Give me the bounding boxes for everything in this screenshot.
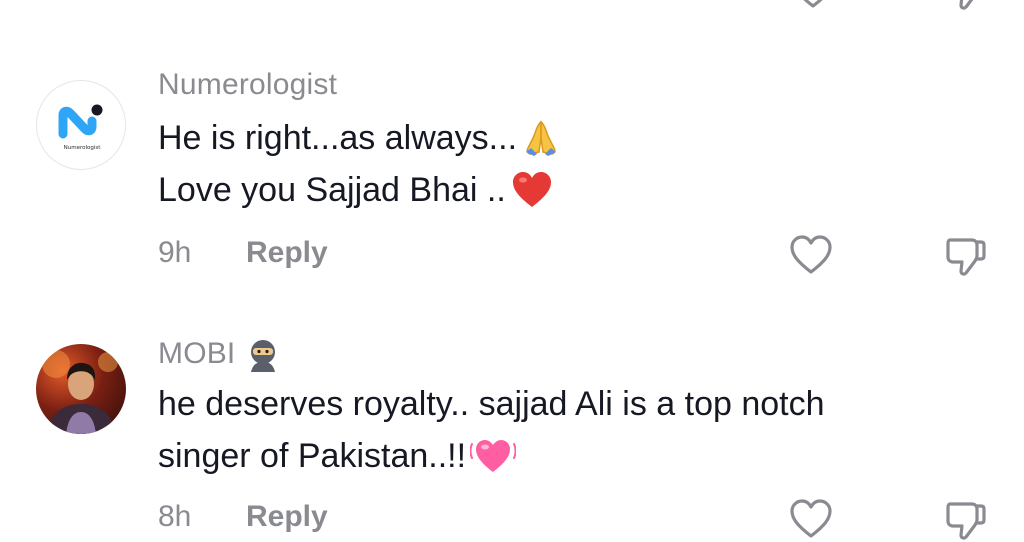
comment-meta: 8h Reply bbox=[158, 500, 328, 534]
avatar[interactable] bbox=[36, 344, 126, 434]
username-text[interactable]: Numerologist bbox=[158, 68, 337, 102]
beating-heart-icon bbox=[470, 440, 517, 472]
username-text[interactable]: MOBI bbox=[158, 337, 235, 371]
comment-username[interactable]: MOBI bbox=[158, 336, 281, 372]
comment-line: singer of Pakistan..!! bbox=[158, 430, 825, 482]
thumbs-down-icon[interactable] bbox=[942, 496, 988, 542]
comment-line: He is right...as always... bbox=[158, 112, 561, 164]
comment-timestamp: 9h bbox=[158, 236, 192, 269]
comment-item: MOBI he deserves royalty.. sajjad Ali is… bbox=[0, 300, 1024, 540]
heart-outline-icon[interactable] bbox=[788, 232, 834, 278]
thumbs-down-icon[interactable] bbox=[942, 232, 988, 278]
comment-body: He is right...as always... Love you Sajj… bbox=[158, 112, 561, 216]
comment-timestamp: 8h bbox=[158, 500, 192, 533]
numerologist-logo-icon: Numerologist bbox=[58, 104, 103, 151]
comment-text-line-1: he deserves royalty.. sajjad Ali is a to… bbox=[158, 385, 825, 423]
folded-hands-icon bbox=[526, 120, 557, 156]
comment-item: Numerologist Numerologist He is right...… bbox=[0, 0, 1024, 300]
reply-button[interactable]: Reply bbox=[246, 500, 328, 534]
comment-line: he deserves royalty.. sajjad Ali is a to… bbox=[158, 378, 825, 430]
comment-line: Love you Sajjad Bhai .. bbox=[158, 164, 561, 216]
avatar-caption: Numerologist bbox=[64, 145, 102, 151]
comment-text-line-2: Love you Sajjad Bhai .. bbox=[158, 171, 506, 209]
profile-photo-icon bbox=[42, 350, 118, 434]
comment-text-line-1: He is right...as always... bbox=[158, 119, 518, 157]
comment-meta: 9h Reply bbox=[158, 236, 328, 270]
reply-button[interactable]: Reply bbox=[246, 236, 328, 270]
avatar[interactable]: Numerologist bbox=[36, 80, 126, 170]
comment-body: he deserves royalty.. sajjad Ali is a to… bbox=[158, 378, 825, 482]
heart-outline-icon[interactable] bbox=[788, 496, 834, 542]
comment-username[interactable]: Numerologist bbox=[158, 68, 337, 102]
ninja-icon bbox=[251, 340, 276, 372]
comment-text-line-2: singer of Pakistan..!! bbox=[158, 437, 467, 475]
red-heart-icon bbox=[512, 172, 551, 207]
